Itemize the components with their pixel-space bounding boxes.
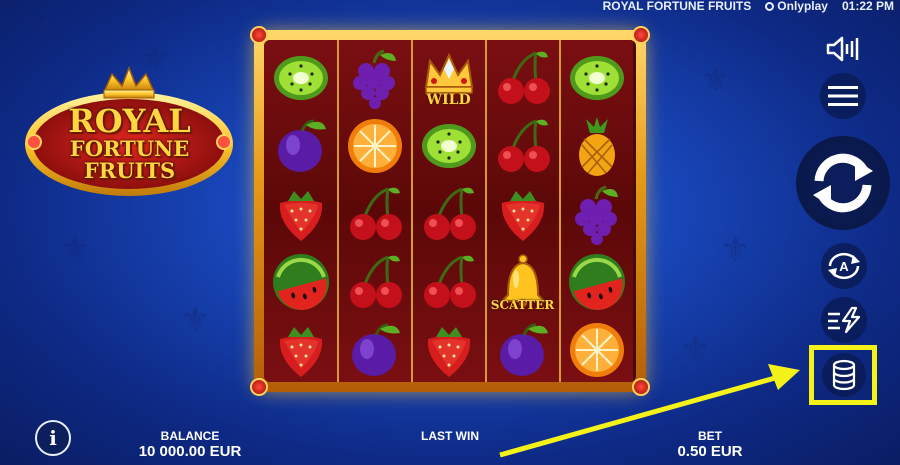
- symbol-watermelon: [264, 248, 337, 316]
- reels-area[interactable]: WILD SCATTER: [264, 40, 636, 382]
- last-win-label: LAST WIN: [421, 429, 479, 443]
- strawberry-icon: [427, 327, 470, 377]
- symbol-cherry: [412, 248, 485, 316]
- symbol-strawberry: [486, 180, 559, 248]
- last-win-display: LAST WIN: [380, 429, 520, 443]
- kiwi-icon: [273, 56, 328, 100]
- balance-value: 10 000.00 EUR: [138, 443, 242, 460]
- orange-icon: [347, 119, 402, 173]
- bet-button-highlight: [809, 345, 877, 405]
- symbol-scatter: SCATTER: [486, 248, 559, 316]
- cherry-icon: [423, 187, 476, 240]
- info-icon: i: [49, 426, 57, 450]
- symbol-cherry: [412, 180, 485, 248]
- scatter-label: SCATTER: [490, 298, 555, 312]
- cherry-icon: [423, 255, 476, 308]
- symbol-cherry: [486, 44, 559, 112]
- grapes-icon: [352, 49, 396, 109]
- balance-label: BALANCE: [160, 429, 220, 443]
- autoplay-label: A: [839, 258, 849, 274]
- logo-line3: FRUITS: [83, 158, 176, 183]
- kiwi-icon: [421, 124, 476, 168]
- cherry-icon: [349, 255, 402, 308]
- symbol-strawberry: [412, 316, 485, 382]
- game-logo: ROYAL FORTUNE FRUITS: [22, 64, 237, 204]
- logo-line1: ROYAL: [68, 102, 191, 140]
- symbol-plum: [486, 316, 559, 382]
- provider-label: Onlyplay: [765, 0, 828, 12]
- menu-button[interactable]: [820, 73, 866, 119]
- plum-icon: [277, 119, 326, 172]
- symbol-cherry: [486, 112, 559, 180]
- cherry-icon: [497, 51, 550, 104]
- orange-icon: [569, 323, 624, 377]
- reels-frame: WILD SCATTER: [250, 26, 650, 396]
- sound-button[interactable]: [822, 28, 864, 70]
- game-title: ROYAL FORTUNE FRUITS: [602, 0, 752, 13]
- watermelon-icon: [568, 254, 625, 310]
- provider-logo-icon: [765, 1, 775, 11]
- strawberry-icon: [279, 327, 322, 377]
- symbol-plum: [264, 112, 337, 180]
- frame-gem-icon: [632, 378, 650, 396]
- symbol-strawberry: [264, 316, 337, 382]
- turbo-button[interactable]: [821, 297, 867, 343]
- symbol-kiwi: [560, 44, 633, 112]
- logo-line2: FORTUNE: [69, 136, 190, 161]
- symbol-pineapple: [560, 112, 633, 180]
- spin-button[interactable]: [796, 136, 890, 230]
- strawberry-icon: [279, 191, 322, 241]
- symbol-cherry: [338, 180, 411, 248]
- symbol-grapes: [560, 180, 633, 248]
- symbol-kiwi: [412, 112, 485, 180]
- symbol-orange: [560, 316, 633, 382]
- bet-display: BET 0.50 EUR: [650, 429, 770, 461]
- strawberry-icon: [501, 191, 544, 241]
- spin-arrows-icon: [813, 153, 873, 213]
- symbol-plum: [338, 316, 411, 382]
- symbol-wild: WILD: [412, 44, 485, 112]
- symbol-watermelon: [560, 248, 633, 316]
- top-bar: ROYAL FORTUNE FRUITS Onlyplay 01:22 PM: [603, 0, 894, 12]
- symbol-kiwi: [264, 44, 337, 112]
- cherry-icon: [497, 119, 550, 172]
- autoplay-button[interactable]: A: [821, 243, 867, 289]
- hamburger-icon: [828, 86, 858, 106]
- provider-name: Onlyplay: [777, 0, 828, 13]
- lightning-icon: [828, 306, 861, 334]
- wild-label: WILD: [426, 92, 471, 108]
- info-button[interactable]: i: [35, 420, 71, 456]
- symbol-strawberry: [264, 180, 337, 248]
- pineapple-icon: [578, 117, 615, 176]
- speaker-icon: [826, 36, 859, 62]
- clock: 01:22 PM: [841, 0, 894, 13]
- symbol-cherry: [338, 248, 411, 316]
- watermelon-icon: [272, 254, 329, 310]
- kiwi-icon: [569, 56, 624, 100]
- balance-display: BALANCE 10 000.00 EUR: [110, 429, 270, 461]
- bet-label: BET: [698, 429, 722, 443]
- symbol-grapes: [338, 44, 411, 112]
- plum-icon: [351, 323, 400, 376]
- cherry-icon: [349, 187, 402, 240]
- plum-icon: [499, 323, 548, 376]
- grapes-icon: [574, 185, 618, 245]
- bet-value: 0.50 EUR: [677, 443, 743, 460]
- symbol-orange: [338, 112, 411, 180]
